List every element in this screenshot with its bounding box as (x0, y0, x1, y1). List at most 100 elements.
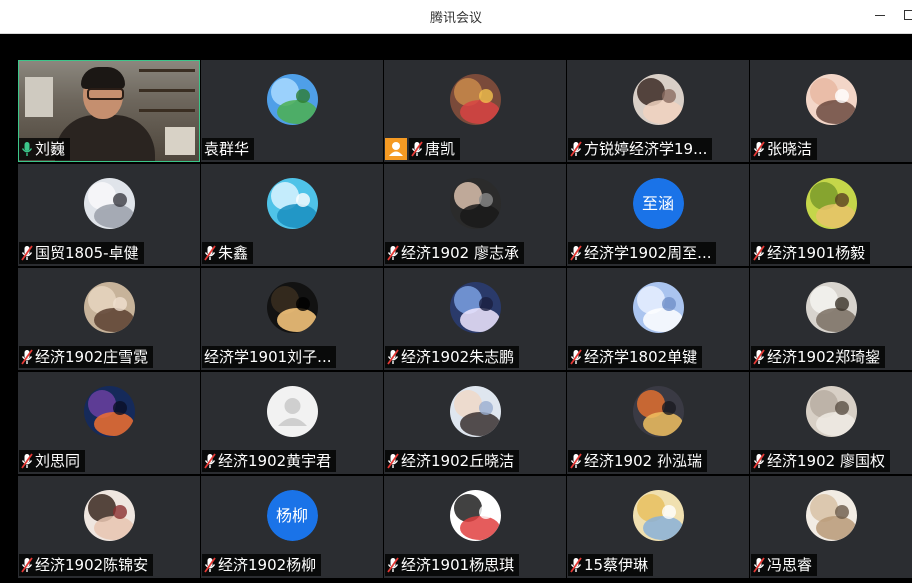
participant-name: 15蔡伊琳 (584, 556, 649, 574)
participant-name-label: 方锐婷经济学19... (568, 138, 713, 160)
participant-avatar (632, 386, 684, 437)
avatar-initials: 杨柳 (266, 490, 318, 541)
participant-avatar: 至涵 (632, 178, 684, 229)
participant-name-label: 经济1902朱志鹏 (385, 346, 520, 368)
participant-name: 经济1902郑琦鋆 (767, 348, 881, 366)
participant-tile[interactable]: 刘巍 (18, 60, 200, 162)
mic-muted-icon (570, 141, 584, 157)
participant-tile[interactable]: 经济1901杨毅 (750, 164, 912, 266)
participant-avatar (83, 178, 135, 229)
participant-avatar (266, 386, 318, 437)
participant-tile[interactable]: 朱鑫 (201, 164, 383, 266)
participant-avatar (805, 178, 857, 229)
participant-name-label: 经济1902 孙泓瑞 (568, 450, 707, 472)
participant-avatar (266, 178, 318, 229)
participant-name: 经济1901杨思琪 (401, 556, 515, 574)
participant-name: 经济1902黄宇君 (218, 452, 332, 470)
participant-name: 经济1902陈锦安 (35, 556, 149, 574)
participant-tile[interactable]: 经济学1901刘子... (201, 268, 383, 370)
participant-name-label: 经济1902黄宇君 (202, 450, 337, 472)
participant-tile[interactable]: 至涵经济学1902周至... (567, 164, 749, 266)
participant-name-label: 经济学1901刘子... (202, 346, 337, 368)
participant-tile[interactable]: 经济1901杨思琪 (384, 476, 566, 578)
participant-tile[interactable]: 经济1902 廖志承 (384, 164, 566, 266)
participant-name: 经济1902杨柳 (218, 556, 317, 574)
participant-name: 方锐婷经济学19... (584, 140, 708, 158)
participant-name-label: 经济学1902周至... (568, 242, 717, 264)
participant-tile[interactable]: 经济1902朱志鹏 (384, 268, 566, 370)
participant-tile[interactable]: 经济1902庄雪霓 (18, 268, 200, 370)
mic-muted-icon (753, 453, 767, 469)
participant-name: 经济1901杨毅 (767, 244, 866, 262)
participant-tile[interactable]: 经济1902丘晓洁 (384, 372, 566, 474)
participant-avatar (449, 386, 501, 437)
participant-name: 经济1902 孙泓瑞 (584, 452, 702, 470)
participant-tile[interactable]: 方锐婷经济学19... (567, 60, 749, 162)
host-badge-icon (385, 138, 407, 160)
participant-tile[interactable]: 国贸1805-卓健 (18, 164, 200, 266)
mic-muted-icon (204, 245, 218, 261)
mic-muted-icon (570, 245, 584, 261)
participant-tile[interactable]: 经济1902 孙泓瑞 (567, 372, 749, 474)
participant-name-label: 经济1902庄雪霓 (19, 346, 154, 368)
participant-name: 经济1902庄雪霓 (35, 348, 149, 366)
participant-name-label: 刘巍 (19, 138, 71, 160)
participant-name-label: 经济学1802单键 (568, 346, 703, 368)
participant-avatar (449, 282, 501, 333)
participant-grid: 刘巍 袁群华 唐凯 方锐婷经济学19... 张晓洁 国贸1805-卓健 朱鑫 经济1902 廖… (18, 60, 912, 578)
participant-avatar (805, 282, 857, 333)
participant-name: 刘思同 (35, 452, 81, 470)
mic-muted-icon (570, 349, 584, 365)
mic-muted-icon (21, 557, 35, 573)
mic-muted-icon (753, 349, 767, 365)
participant-avatar (83, 490, 135, 541)
participant-name: 经济1902丘晓洁 (401, 452, 515, 470)
mic-muted-icon (387, 245, 401, 261)
window-title: 腾讯会议 (429, 11, 482, 26)
participant-tile[interactable]: 刘思同 (18, 372, 200, 474)
mic-muted-icon (570, 557, 584, 573)
participant-name: 国贸1805-卓健 (35, 244, 139, 262)
mic-muted-icon (21, 245, 35, 261)
mic-muted-icon (753, 557, 767, 573)
participant-tile[interactable]: 经济1902陈锦安 (18, 476, 200, 578)
participant-name-label: 国贸1805-卓健 (19, 242, 144, 264)
maximize-icon[interactable] (896, 4, 912, 26)
mic-on-icon (21, 141, 35, 157)
mic-muted-icon (21, 349, 35, 365)
participant-avatar (449, 178, 501, 229)
participant-avatar (805, 386, 857, 437)
participant-avatar (805, 490, 857, 541)
participant-name: 张晓洁 (767, 140, 813, 158)
participant-name-label: 经济1902 廖志承 (385, 242, 524, 264)
mic-muted-icon (21, 453, 35, 469)
participant-name: 经济1902 廖志承 (401, 244, 519, 262)
mic-muted-icon (753, 245, 767, 261)
participant-tile[interactable]: 经济学1802单键 (567, 268, 749, 370)
participant-name: 经济学1901刘子... (204, 348, 332, 366)
participant-tile[interactable]: 唐凯 (384, 60, 566, 162)
mic-muted-icon (387, 349, 401, 365)
title-bar: 腾讯会议 (0, 0, 912, 34)
participant-name-label: 经济1902丘晓洁 (385, 450, 520, 472)
participant-tile[interactable]: 袁群华 (201, 60, 383, 162)
participant-tile[interactable]: 冯思睿 (750, 476, 912, 578)
participant-tile[interactable]: 经济1902郑琦鋆 (750, 268, 912, 370)
mic-muted-icon (411, 141, 425, 157)
participant-tile[interactable]: 15蔡伊琳 (567, 476, 749, 578)
participant-avatar (449, 74, 501, 125)
participant-tile[interactable]: 杨柳经济1902杨柳 (201, 476, 383, 578)
participant-name-label: 经济1901杨思琪 (385, 554, 520, 576)
participant-name-label: 经济1902杨柳 (202, 554, 322, 576)
participant-tile[interactable]: 经济1902黄宇君 (201, 372, 383, 474)
participant-tile[interactable]: 张晓洁 (750, 60, 912, 162)
participant-avatar (83, 282, 135, 333)
participant-avatar (805, 74, 857, 125)
participant-tile[interactable]: 经济1902 廖国权 (750, 372, 912, 474)
participant-name-label: 经济1902陈锦安 (19, 554, 154, 576)
participant-avatar (632, 282, 684, 333)
minimize-icon[interactable] (868, 4, 892, 26)
participant-name-label: 张晓洁 (751, 138, 818, 160)
participant-avatar (266, 74, 318, 125)
participant-name: 袁群华 (204, 140, 250, 158)
